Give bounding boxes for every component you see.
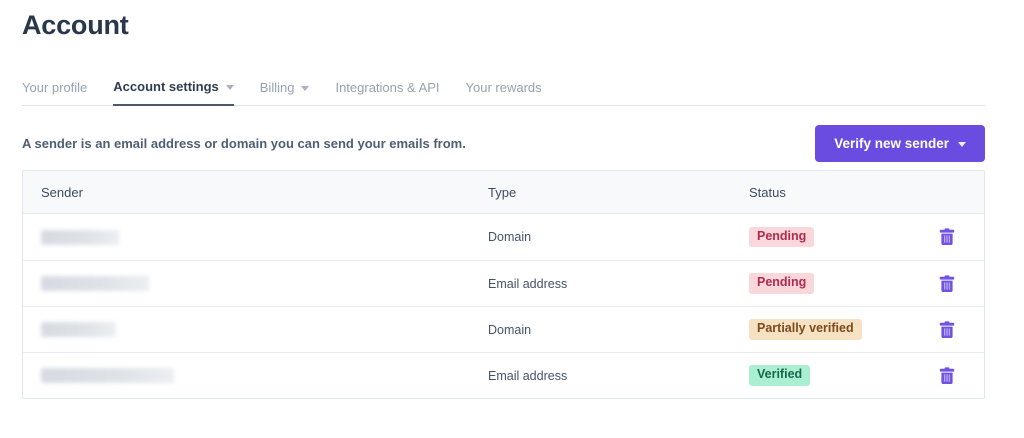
tab-label: Your rewards xyxy=(465,79,542,95)
delete-sender-button[interactable] xyxy=(936,364,958,388)
sender-redacted-value xyxy=(41,322,116,337)
delete-sender-button[interactable] xyxy=(936,272,958,296)
delete-sender-button[interactable] xyxy=(936,225,958,249)
type-cell: Domain xyxy=(488,228,749,246)
tab-label: Your profile xyxy=(22,79,88,95)
chevron-down-icon xyxy=(958,142,966,147)
sender-type: Domain xyxy=(488,230,532,244)
trash-icon xyxy=(939,228,954,245)
sender-cell xyxy=(23,276,488,291)
tab-label: Billing xyxy=(259,79,295,95)
status-badge: Pending xyxy=(749,226,815,248)
sender-toolbar: A sender is an email address or domain y… xyxy=(22,125,985,162)
type-cell: Email address xyxy=(488,275,749,293)
sender-cell xyxy=(23,322,488,337)
sender-redacted-value xyxy=(41,368,174,383)
page-title: Account xyxy=(22,10,129,40)
column-header-status: Status xyxy=(749,184,786,200)
tab-account-settings[interactable]: Account settings xyxy=(113,79,234,106)
tab-integrations-api[interactable]: Integrations & API xyxy=(335,79,439,105)
sender-type: Email address xyxy=(488,276,568,291)
table-header-row: Sender Type Status xyxy=(23,171,984,214)
actions-cell xyxy=(909,318,984,342)
sender-type: Domain xyxy=(488,322,532,337)
actions-cell xyxy=(909,272,984,296)
sender-description: A sender is an email address or domain y… xyxy=(22,136,466,151)
tab-your-rewards[interactable]: Your rewards xyxy=(466,79,542,105)
type-cell: Email address xyxy=(488,367,749,385)
trash-icon xyxy=(939,320,954,338)
actions-cell xyxy=(909,225,984,249)
account-tabs: Your profile Account settings Billing In… xyxy=(22,79,985,106)
column-header-sender: Sender xyxy=(41,184,83,200)
trash-icon xyxy=(939,274,954,292)
trash-icon xyxy=(939,366,954,384)
table-row: Domain Partially verified xyxy=(23,306,984,352)
tab-label: Account settings xyxy=(113,79,219,94)
tab-label: Integrations & API xyxy=(335,79,440,95)
chevron-down-icon xyxy=(225,85,234,90)
status-cell: Pending xyxy=(749,226,909,248)
status-cell: Partially verified xyxy=(749,319,909,340)
status-cell: Pending xyxy=(749,273,909,294)
table-row: Domain Pending xyxy=(23,214,984,260)
table-row: Email address Pending xyxy=(23,260,984,306)
actions-cell xyxy=(909,364,984,388)
table-row: Email address Verified xyxy=(23,352,984,398)
sender-type: Email address xyxy=(488,368,568,383)
sender-redacted-value xyxy=(41,276,149,291)
verify-button-label: Verify new sender xyxy=(834,136,949,151)
sender-cell xyxy=(23,229,488,245)
status-cell: Verified xyxy=(749,365,909,386)
sender-redacted-value xyxy=(41,229,119,245)
verify-new-sender-button[interactable]: Verify new sender xyxy=(815,125,985,162)
type-cell: Domain xyxy=(488,321,749,339)
delete-sender-button[interactable] xyxy=(936,318,958,342)
tab-billing[interactable]: Billing xyxy=(260,79,310,105)
chevron-down-icon xyxy=(301,85,310,91)
sender-cell xyxy=(23,368,488,383)
status-badge: Verified xyxy=(749,365,811,386)
column-header-type: Type xyxy=(488,184,517,200)
tab-your-profile[interactable]: Your profile xyxy=(22,79,87,105)
status-badge: Pending xyxy=(749,273,815,294)
status-badge: Partially verified xyxy=(749,319,862,340)
senders-table: Sender Type Status Domain Pending Email … xyxy=(22,170,985,399)
account-page: Account Your profile Account settings Bi… xyxy=(0,0,1024,399)
